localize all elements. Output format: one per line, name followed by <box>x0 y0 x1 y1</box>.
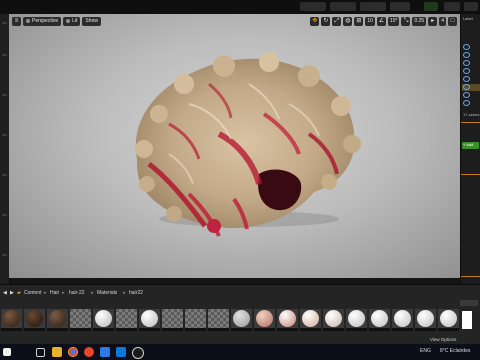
play-button[interactable] <box>424 2 438 11</box>
asset-thumbnail[interactable] <box>254 309 275 331</box>
tool-icon[interactable] <box>2 174 7 176</box>
tool-icon[interactable] <box>2 22 7 24</box>
eye-icon[interactable] <box>463 92 470 98</box>
search-field[interactable] <box>460 300 478 306</box>
breadcrumb-item[interactable]: hair22 <box>129 288 143 298</box>
app-icon[interactable] <box>100 347 110 357</box>
outliner-row[interactable] <box>462 68 480 75</box>
tool-icon[interactable] <box>2 134 7 136</box>
unreal-engine-icon[interactable] <box>132 347 144 359</box>
forward-icon[interactable]: ▶ <box>10 288 14 298</box>
asset-thumbnail[interactable] <box>438 309 459 331</box>
eye-icon[interactable] <box>463 60 470 66</box>
asset-thumbnail[interactable] <box>392 309 413 331</box>
eye-icon[interactable] <box>463 68 470 74</box>
outliner-row[interactable] <box>462 44 480 51</box>
os-taskbar: ENG 8°C Eclairdes <box>0 344 480 360</box>
toolbar-button[interactable] <box>444 2 460 11</box>
task-view-icon[interactable] <box>36 348 45 357</box>
panel-divider <box>461 174 480 175</box>
asset-thumbnail[interactable] <box>346 309 367 331</box>
asset-thumbnail[interactable] <box>323 309 344 331</box>
editor-top-bar <box>0 0 480 14</box>
asset-thumbnail[interactable] <box>208 309 229 331</box>
toolbar-button[interactable] <box>330 2 356 11</box>
weather-status[interactable]: 8°C Eclairdes <box>440 348 470 354</box>
asset-thumbnail[interactable] <box>231 309 252 331</box>
outliner-row[interactable] <box>462 60 480 67</box>
add-component-button[interactable]: + Add <box>462 142 479 149</box>
breadcrumb-arrow-icon: ▸ <box>44 290 47 296</box>
eye-icon[interactable] <box>463 52 470 58</box>
asset-thumbnail-row <box>0 309 480 334</box>
file-explorer-icon[interactable] <box>52 347 62 357</box>
panel-divider <box>461 276 480 277</box>
asset-thumbnail[interactable] <box>415 309 436 331</box>
asset-thumbnail[interactable] <box>185 309 206 331</box>
outliner-row[interactable] <box>462 100 480 107</box>
toolbar-button[interactable] <box>464 2 478 11</box>
tool-icon[interactable] <box>2 214 7 216</box>
breadcrumb: ◀ ▶ ▰ Content ▸ Hair ▸ hair-22 ▸ Materia… <box>0 288 460 298</box>
tool-icon[interactable] <box>2 54 7 56</box>
asset-thumbnail[interactable] <box>116 309 137 331</box>
asset-thumbnail-partial[interactable] <box>462 311 472 329</box>
breadcrumb-arrow-icon: ▸ <box>91 290 94 296</box>
panel-divider <box>461 122 480 123</box>
asset-thumbnail[interactable] <box>369 309 390 331</box>
toolbar-button[interactable] <box>300 2 326 11</box>
tool-icon[interactable] <box>2 254 7 256</box>
eye-icon[interactable] <box>463 44 470 50</box>
outliner-row-selected[interactable] <box>462 84 480 91</box>
view-options-button[interactable]: View Options <box>430 337 456 342</box>
breadcrumb-item[interactable]: Materials <box>97 288 117 298</box>
outliner-row[interactable] <box>462 76 480 83</box>
panel-tab[interactable]: Label <box>463 16 473 21</box>
asset-thumbnail[interactable] <box>47 309 68 331</box>
breadcrumb-arrow-icon: ▸ <box>62 290 65 296</box>
eye-icon[interactable] <box>463 84 470 90</box>
language-indicator[interactable]: ENG <box>420 348 431 354</box>
level-viewport[interactable]: ≡ Perspective Lit Show ✥ ↻ ⤢ ◍ ⊞ 10 ∠ 10… <box>9 14 460 278</box>
opera-icon[interactable] <box>84 347 94 357</box>
tool-icon[interactable] <box>2 94 7 96</box>
breadcrumb-item[interactable]: hair-22 <box>69 288 85 298</box>
outliner-row[interactable] <box>462 52 480 59</box>
asset-thumbnail[interactable] <box>24 309 45 331</box>
back-icon[interactable]: ◀ <box>3 288 7 298</box>
breadcrumb-item[interactable]: Hair <box>50 288 59 298</box>
asset-thumbnail[interactable] <box>70 309 91 331</box>
asset-thumbnail[interactable] <box>162 309 183 331</box>
folder-icon: ▰ <box>17 290 21 296</box>
toolbar-button[interactable] <box>390 2 410 11</box>
asset-thumbnail[interactable] <box>277 309 298 331</box>
hair-asset-render <box>135 52 361 237</box>
outliner-row[interactable] <box>462 92 480 99</box>
start-icon[interactable] <box>3 348 11 356</box>
eye-icon[interactable] <box>463 76 470 82</box>
outliner-details-panel: Label 17 actors + Add <box>460 14 480 284</box>
eye-icon[interactable] <box>463 100 470 106</box>
toolbar-button[interactable] <box>360 2 386 11</box>
chrome-icon[interactable] <box>68 347 78 357</box>
add-label: + Add <box>463 142 474 147</box>
app-icon[interactable] <box>116 347 126 357</box>
asset-thumbnail[interactable] <box>1 309 22 331</box>
asset-thumbnail[interactable] <box>300 309 321 331</box>
asset-thumbnail[interactable] <box>93 309 114 331</box>
asset-thumbnail[interactable] <box>139 309 160 331</box>
breadcrumb-item[interactable]: Content <box>24 288 42 298</box>
actor-count: 17 actors <box>463 112 480 117</box>
breadcrumb-arrow-icon: ▸ <box>123 290 126 296</box>
